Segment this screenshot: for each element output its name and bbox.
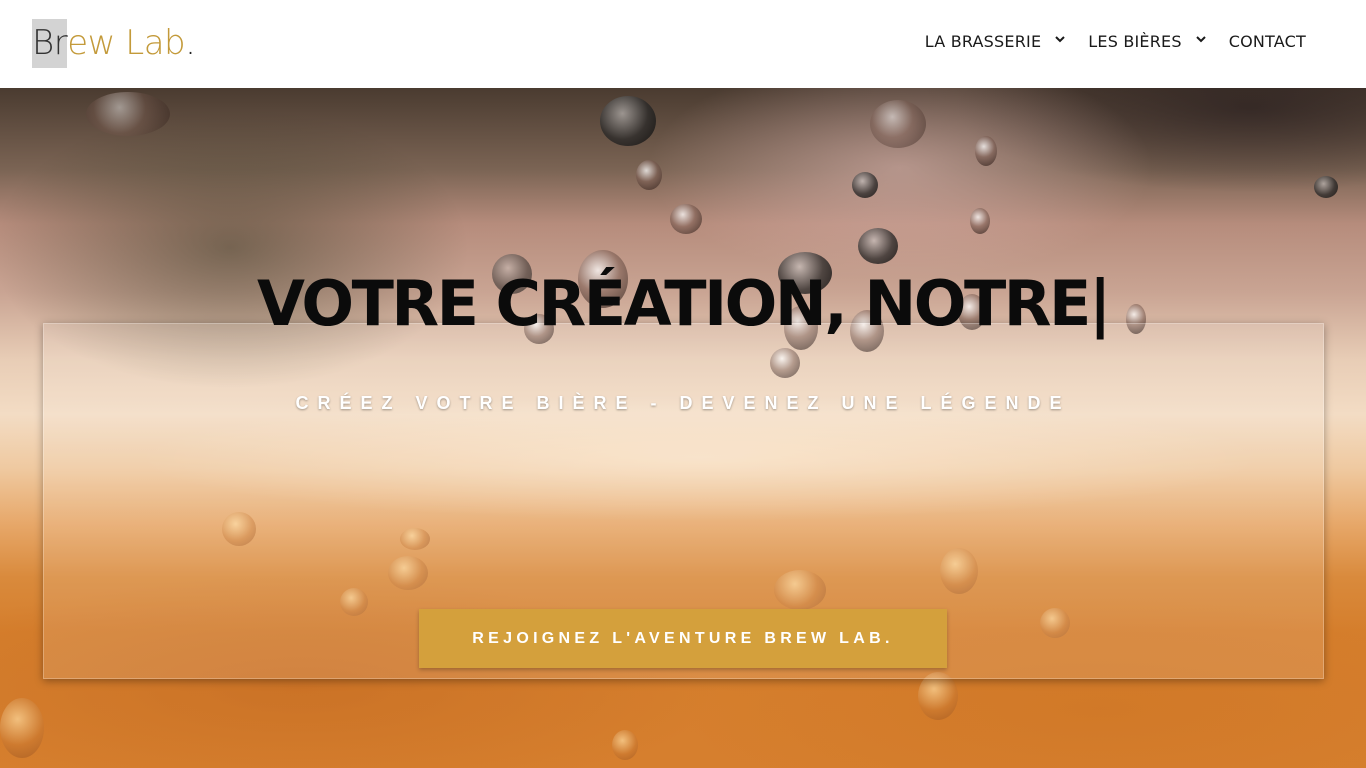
chevron-down-icon [1055, 35, 1065, 42]
droplet [86, 92, 170, 136]
droplet [612, 730, 638, 760]
logo-dot: . [185, 23, 196, 63]
droplet [1314, 176, 1338, 198]
nav-item-les-bieres[interactable]: LES BIÈRES [1088, 32, 1207, 51]
droplet [600, 96, 656, 146]
nav-label-les-bieres: LES BIÈRES [1088, 32, 1182, 51]
chevron-down-icon [1196, 35, 1206, 42]
droplet [636, 160, 662, 190]
site-header: Br ew Lab. LA BRASSERIE LES BIÈRES CONTAC… [0, 0, 1366, 88]
droplet [670, 204, 702, 234]
droplet [870, 100, 926, 148]
main-nav: LA BRASSERIE LES BIÈRES CONTACT [925, 32, 1306, 51]
droplet [858, 228, 898, 264]
nav-label-contact: CONTACT [1228, 32, 1306, 51]
logo-text-part2: ew Lab [67, 23, 186, 63]
droplet [918, 672, 958, 720]
droplet [970, 208, 990, 234]
droplet [852, 172, 878, 198]
nav-label-la-brasserie: LA BRASSERIE [924, 32, 1042, 51]
brew-lab-logo[interactable]: Br ew Lab. [32, 18, 196, 68]
hero-subtitle: CRÉEZ VOTRE BIÈRE - DEVENEZ UNE LÉGENDE [295, 393, 1071, 413]
join-adventure-button[interactable]: REJOIGNEZ L'AVENTURE BREW LAB. [419, 609, 947, 668]
droplet [975, 136, 997, 166]
nav-item-contact[interactable]: CONTACT [1229, 32, 1306, 51]
logo-text-part1: Br [32, 23, 68, 63]
hero-title: VOTRE CRÉATION, NOTRE| [256, 267, 1112, 340]
nav-item-la-brasserie[interactable]: LA BRASSERIE [925, 32, 1067, 51]
droplet [0, 698, 44, 758]
